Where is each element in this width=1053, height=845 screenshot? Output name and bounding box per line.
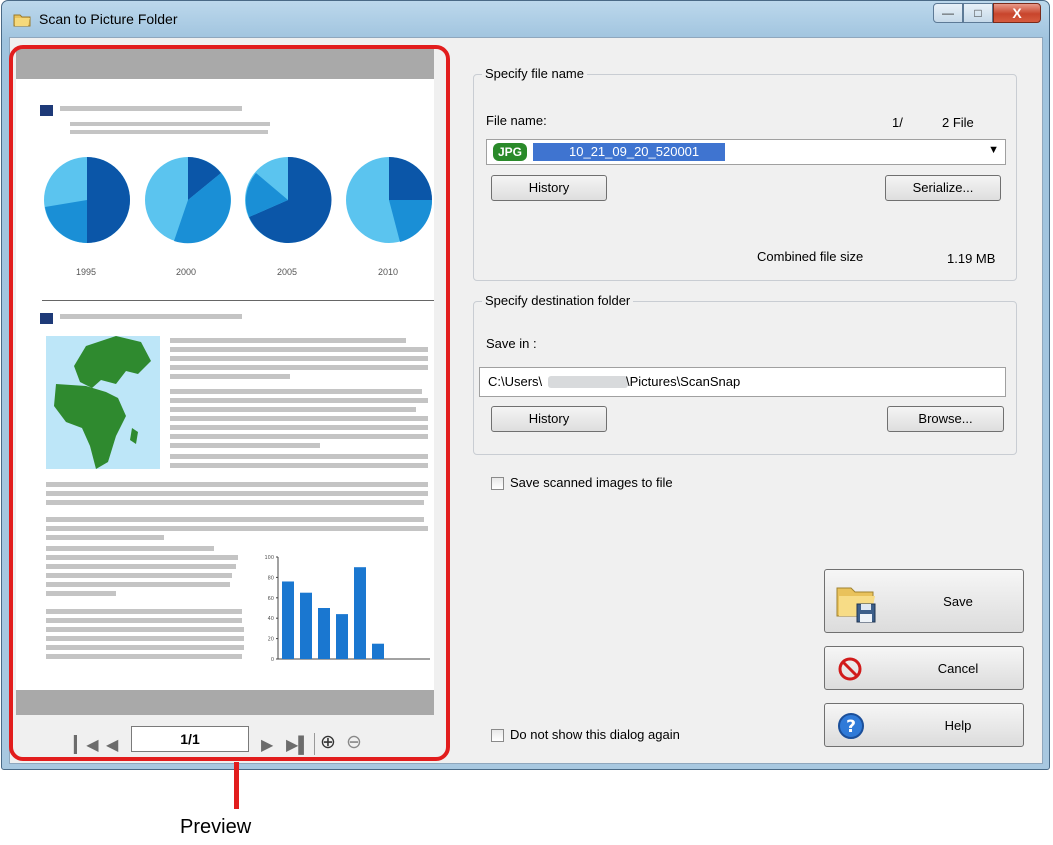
file-name-value: 10_21_09_20_520001 bbox=[533, 143, 725, 161]
minimize-icon: — bbox=[942, 6, 954, 20]
chevron-down-icon[interactable]: ▼ bbox=[988, 144, 999, 156]
close-button[interactable]: X bbox=[993, 3, 1041, 23]
maximize-button[interactable]: □ bbox=[963, 3, 993, 23]
combined-file-size-label: Combined file size bbox=[757, 249, 864, 264]
preview-callout-line bbox=[234, 762, 239, 809]
next-page-icon[interactable]: ▶ bbox=[261, 735, 273, 755]
doc-divider bbox=[42, 300, 434, 301]
first-page-icon[interactable]: ▎◀ bbox=[74, 735, 99, 755]
bar-chart-tick: 100 bbox=[264, 555, 274, 561]
file-name-group-title: Specify file name bbox=[482, 66, 587, 81]
preview-bottom-margin bbox=[16, 690, 434, 715]
pie-2010 bbox=[346, 157, 433, 243]
file-count-total: 2 File bbox=[942, 115, 974, 130]
save-scanned-label[interactable]: Save scanned images to file bbox=[510, 475, 673, 490]
cancel-icon bbox=[838, 657, 862, 681]
window-title: Scan to Picture Folder bbox=[39, 11, 178, 27]
preview-callout-label: Preview bbox=[180, 816, 252, 838]
serialize-button[interactable]: Serialize... bbox=[885, 175, 1001, 201]
last-page-icon[interactable]: ▶▌ bbox=[286, 735, 310, 755]
doc-bullet bbox=[40, 313, 53, 324]
save-folder-icon bbox=[836, 587, 876, 623]
svg-text:?: ? bbox=[846, 717, 856, 737]
destination-folder-group: Specify destination folder Save in : C:\… bbox=[473, 293, 1017, 455]
pie-2005 bbox=[245, 156, 332, 243]
folder-history-button[interactable]: History bbox=[491, 406, 607, 432]
doc-bullet bbox=[40, 105, 53, 116]
pie-1995 bbox=[44, 157, 130, 243]
page-indicator[interactable]: 1/1 bbox=[131, 726, 249, 752]
file-name-group: Specify file name File name: 1/ 2 File J… bbox=[473, 66, 1017, 281]
zoom-in-icon[interactable]: ⊕ bbox=[320, 731, 336, 754]
save-in-path-field[interactable]: C:\Users\ \Pictures\ScanSnap bbox=[479, 367, 1006, 397]
blurred-username bbox=[548, 376, 628, 388]
pie-2000 bbox=[145, 157, 231, 244]
save-button-label: Save bbox=[943, 594, 973, 609]
bar-chart-tick: 60 bbox=[268, 596, 274, 602]
pie-label-2000: 2000 bbox=[176, 267, 197, 277]
pie-label-2005: 2005 bbox=[277, 267, 298, 277]
nav-separator bbox=[314, 733, 315, 755]
help-button-label: Help bbox=[944, 718, 972, 733]
bar-chart-tick: 20 bbox=[268, 637, 274, 643]
bar-chart-bar bbox=[372, 643, 384, 659]
pie-label-1995: 1995 bbox=[76, 267, 97, 277]
bar-chart-bar bbox=[336, 614, 348, 659]
preview-top-margin bbox=[16, 47, 434, 79]
preview-pane: 1995 2000 2005 2010 100 80 60 40 20 0 ▎◀… bbox=[16, 47, 434, 757]
do-not-show-label[interactable]: Do not show this dialog again bbox=[510, 727, 680, 742]
bar-chart-tick: 0 bbox=[271, 657, 274, 663]
help-button[interactable]: ? Help bbox=[824, 703, 1024, 747]
browse-button[interactable]: Browse... bbox=[887, 406, 1004, 432]
file-count-page: 1/ bbox=[892, 115, 903, 130]
close-icon: X bbox=[1012, 5, 1022, 21]
pie-label-2010: 2010 bbox=[378, 267, 399, 277]
bar-chart-tick: 80 bbox=[268, 575, 274, 581]
bar-chart-bar bbox=[282, 581, 294, 659]
cancel-button[interactable]: Cancel bbox=[824, 646, 1024, 690]
file-name-label: File name: bbox=[486, 113, 547, 128]
file-name-history-button[interactable]: History bbox=[491, 175, 607, 201]
world-map-image bbox=[46, 336, 160, 469]
previous-page-icon[interactable]: ◀ bbox=[106, 735, 118, 755]
save-in-label: Save in : bbox=[486, 336, 537, 351]
save-scanned-checkbox[interactable] bbox=[491, 477, 504, 490]
zoom-out-icon[interactable]: ⊖ bbox=[346, 731, 362, 754]
maximize-icon: □ bbox=[974, 6, 982, 20]
bar-chart-bar bbox=[318, 608, 330, 659]
save-in-path-suffix: \Pictures\ScanSnap bbox=[626, 374, 741, 389]
file-name-dropdown[interactable]: JPG 10_21_09_20_520001 ▼ bbox=[486, 139, 1006, 165]
preview-navigation: ▎◀ ◀ 1/1 ▶ ▶▌ ⊕ ⊖ bbox=[16, 715, 434, 757]
bar-chart-bar bbox=[300, 592, 312, 659]
combined-file-size-value: 1.19 MB bbox=[947, 251, 996, 266]
title-bar[interactable]: Scan to Picture Folder — □ X bbox=[2, 1, 1049, 37]
save-button[interactable]: Save bbox=[824, 569, 1024, 633]
folder-icon bbox=[13, 14, 31, 27]
bar-chart-tick: 40 bbox=[268, 616, 274, 622]
bar-chart: 100 80 60 40 20 0 bbox=[264, 555, 430, 663]
minimize-button[interactable]: — bbox=[933, 3, 963, 23]
bar-chart-bar bbox=[354, 567, 366, 659]
save-in-path-prefix: C:\Users\ bbox=[488, 374, 543, 389]
jpg-file-type-icon: JPG bbox=[493, 143, 527, 161]
destination-group-title: Specify destination folder bbox=[482, 293, 634, 308]
cancel-button-label: Cancel bbox=[937, 661, 979, 676]
help-icon: ? bbox=[838, 713, 864, 739]
do-not-show-checkbox[interactable] bbox=[491, 729, 504, 742]
